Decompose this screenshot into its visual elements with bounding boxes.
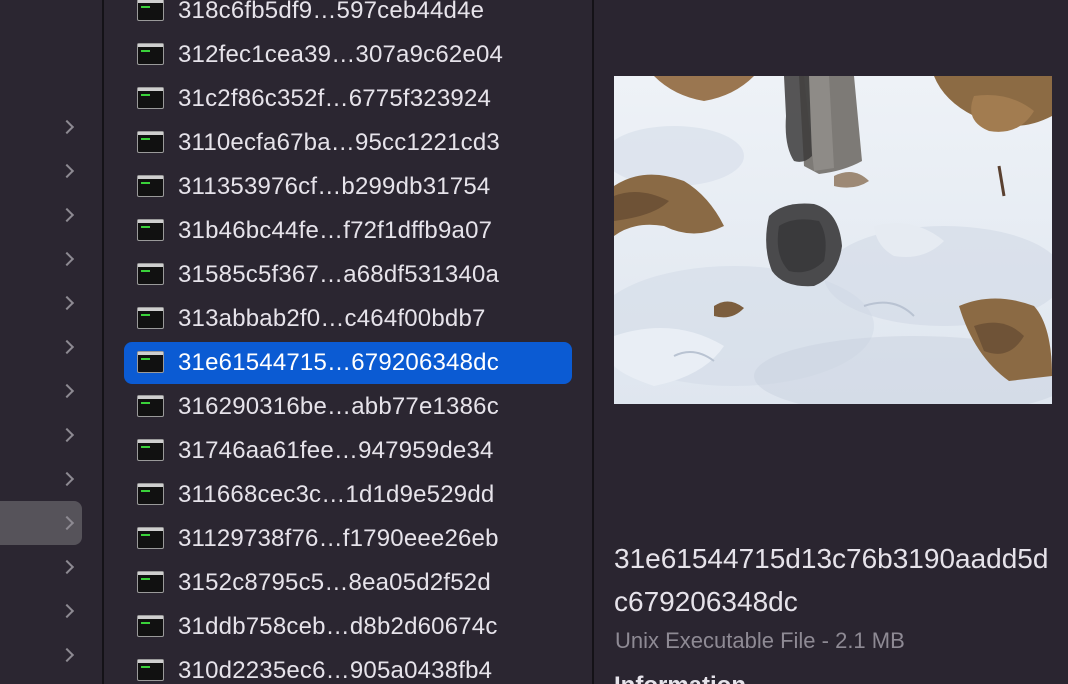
chevron-right-icon xyxy=(59,603,75,619)
terminal-executable-icon xyxy=(137,659,164,681)
preview-file-kind-size: Unix Executable File - 2.1 MB xyxy=(615,628,905,653)
chevron-right-icon xyxy=(59,515,75,531)
file-row[interactable]: 31ddb758ceb…d8b2d60674c xyxy=(124,606,572,648)
parent-folder-row[interactable] xyxy=(0,633,82,677)
terminal-executable-icon xyxy=(137,307,164,329)
terminal-executable-icon xyxy=(137,395,164,417)
preview-pane: 31e61544715d13c76b3190aadd5dc679206348dc… xyxy=(594,0,1068,684)
parent-folder-row[interactable] xyxy=(0,149,82,193)
file-name: 311353976cf…b299db31754 xyxy=(178,173,491,200)
parent-folder-row[interactable] xyxy=(0,193,82,237)
parent-folder-row[interactable] xyxy=(0,237,82,281)
chevron-right-icon xyxy=(59,207,75,223)
terminal-executable-icon xyxy=(137,0,164,21)
chevron-right-icon xyxy=(59,251,75,267)
terminal-executable-icon xyxy=(137,615,164,637)
chevron-right-icon xyxy=(59,471,75,487)
file-name: 31c2f86c352f…6775f323924 xyxy=(178,85,492,112)
terminal-executable-icon xyxy=(137,263,164,285)
file-name: 31ddb758ceb…d8b2d60674c xyxy=(178,613,498,640)
parent-folder-column[interactable] xyxy=(0,0,102,684)
file-name: 318c6fb5df9…597ceb44d4e xyxy=(178,0,485,24)
file-name: 3152c8795c5…8ea05d2f52d xyxy=(178,569,491,596)
chevron-right-icon xyxy=(59,119,75,135)
file-row[interactable]: 311668cec3c…1d1d9e529dd xyxy=(124,474,572,516)
file-row[interactable]: 31b46bc44fe…f72f1dffb9a07 xyxy=(124,210,572,252)
file-row[interactable]: 3152c8795c5…8ea05d2f52d xyxy=(124,562,572,604)
file-name: 311668cec3c…1d1d9e529dd xyxy=(178,481,495,508)
terminal-executable-icon xyxy=(137,571,164,593)
chevron-right-icon xyxy=(59,559,75,575)
file-row[interactable]: 31e61544715…679206348dc xyxy=(124,342,572,384)
preview-file-name: 31e61544715d13c76b3190aadd5dc679206348dc xyxy=(614,543,1049,617)
terminal-executable-icon xyxy=(137,131,164,153)
file-row[interactable]: 318c6fb5df9…597ceb44d4e xyxy=(124,0,572,32)
parent-folder-row[interactable] xyxy=(0,281,82,325)
file-row[interactable]: 312fec1cea39…307a9c62e04 xyxy=(124,34,572,76)
preview-information-heading[interactable]: Information xyxy=(614,672,746,684)
file-name: 312fec1cea39…307a9c62e04 xyxy=(178,41,504,68)
file-row[interactable]: 31129738f76…f1790eee26eb xyxy=(124,518,572,560)
parent-folder-row[interactable] xyxy=(0,325,82,369)
file-row[interactable]: 31746aa61fee…947959de34 xyxy=(124,430,572,472)
terminal-executable-icon xyxy=(137,219,164,241)
file-name: 31e61544715…679206348dc xyxy=(178,349,499,376)
parent-folder-row[interactable] xyxy=(0,457,82,501)
chevron-right-icon xyxy=(59,163,75,179)
parent-folder-row[interactable] xyxy=(0,501,82,545)
terminal-executable-icon xyxy=(137,527,164,549)
file-name: 310d2235ec6…905a0438fb4 xyxy=(178,657,493,684)
file-name: 31129738f76…f1790eee26eb xyxy=(178,525,499,552)
terminal-executable-icon xyxy=(137,351,164,373)
terminal-executable-icon xyxy=(137,43,164,65)
file-row[interactable]: 31585c5f367…a68df531340a xyxy=(124,254,572,296)
file-name: 313abbab2f0…c464f00bdb7 xyxy=(178,305,486,332)
terminal-executable-icon xyxy=(137,483,164,505)
file-row[interactable]: 311353976cf…b299db31754 xyxy=(124,166,572,208)
file-name: 31746aa61fee…947959de34 xyxy=(178,437,494,464)
file-name: 3110ecfa67ba…95cc1221cd3 xyxy=(178,129,500,156)
parent-folder-row[interactable] xyxy=(0,589,82,633)
chevron-right-icon xyxy=(59,383,75,399)
file-row[interactable]: 313abbab2f0…c464f00bdb7 xyxy=(124,298,572,340)
file-row[interactable]: 310d2235ec6…905a0438fb4 xyxy=(124,650,572,684)
file-row[interactable]: 31c2f86c352f…6775f323924 xyxy=(124,78,572,120)
chevron-right-icon xyxy=(59,339,75,355)
preview-thumbnail xyxy=(614,76,1052,404)
parent-folder-row[interactable] xyxy=(0,105,82,149)
parent-folder-row[interactable] xyxy=(0,369,82,413)
finder-window: 318c6fb5df9…597ceb44d4e 312fec1cea39…307a… xyxy=(0,0,1068,684)
terminal-executable-icon xyxy=(137,87,164,109)
terminal-executable-icon xyxy=(137,175,164,197)
terminal-executable-icon xyxy=(137,439,164,461)
file-name: 316290316be…abb77e1386c xyxy=(178,393,499,420)
parent-folder-row[interactable] xyxy=(0,413,82,457)
file-row[interactable]: 316290316be…abb77e1386c xyxy=(124,386,572,428)
parent-folder-row[interactable] xyxy=(0,545,82,589)
file-row[interactable]: 3110ecfa67ba…95cc1221cd3 xyxy=(124,122,572,164)
file-list-column[interactable]: 318c6fb5df9…597ceb44d4e 312fec1cea39…307a… xyxy=(104,0,592,684)
chevron-right-icon xyxy=(59,427,75,443)
file-name: 31b46bc44fe…f72f1dffb9a07 xyxy=(178,217,493,244)
chevron-right-icon xyxy=(59,647,75,663)
file-name: 31585c5f367…a68df531340a xyxy=(178,261,500,288)
chevron-right-icon xyxy=(59,295,75,311)
